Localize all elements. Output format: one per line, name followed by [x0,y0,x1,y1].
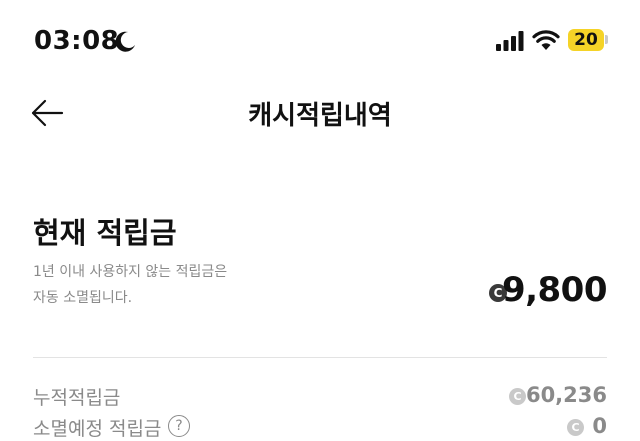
wifi-icon [532,30,560,50]
cellular-signal-icon [496,31,524,51]
current-balance-value: 9,800 [501,270,608,310]
expiry-notice-line-2: 자동 소멸됩니다. [33,290,133,306]
status-bar: 03:08 20 [0,0,640,80]
cash-coin-icon: C [509,388,526,405]
expiring-label: 소멸예정 적립금 [33,418,162,440]
help-icon[interactable]: ? [168,415,190,437]
cash-coin-icon: C [567,419,584,436]
status-time: 03:08 [34,26,120,56]
expiry-notice-line-1: 1년 이내 사용하지 않는 적립금은 [33,264,228,280]
accumulated-value: 60,236 [525,383,607,407]
expiry-notice: 1년 이내 사용하지 않는 적립금은 자동 소멸됩니다. [33,259,227,311]
battery-cap [605,35,608,44]
current-balance-title: 현재 적립금 [33,216,177,250]
accumulated-label: 누적적립금 [33,387,121,409]
battery-indicator: 20 [568,29,604,51]
moon-icon [115,31,135,52]
page-title: 캐시적립내역 [248,101,392,131]
expiring-value: 0 [592,414,607,438]
divider [33,357,607,358]
